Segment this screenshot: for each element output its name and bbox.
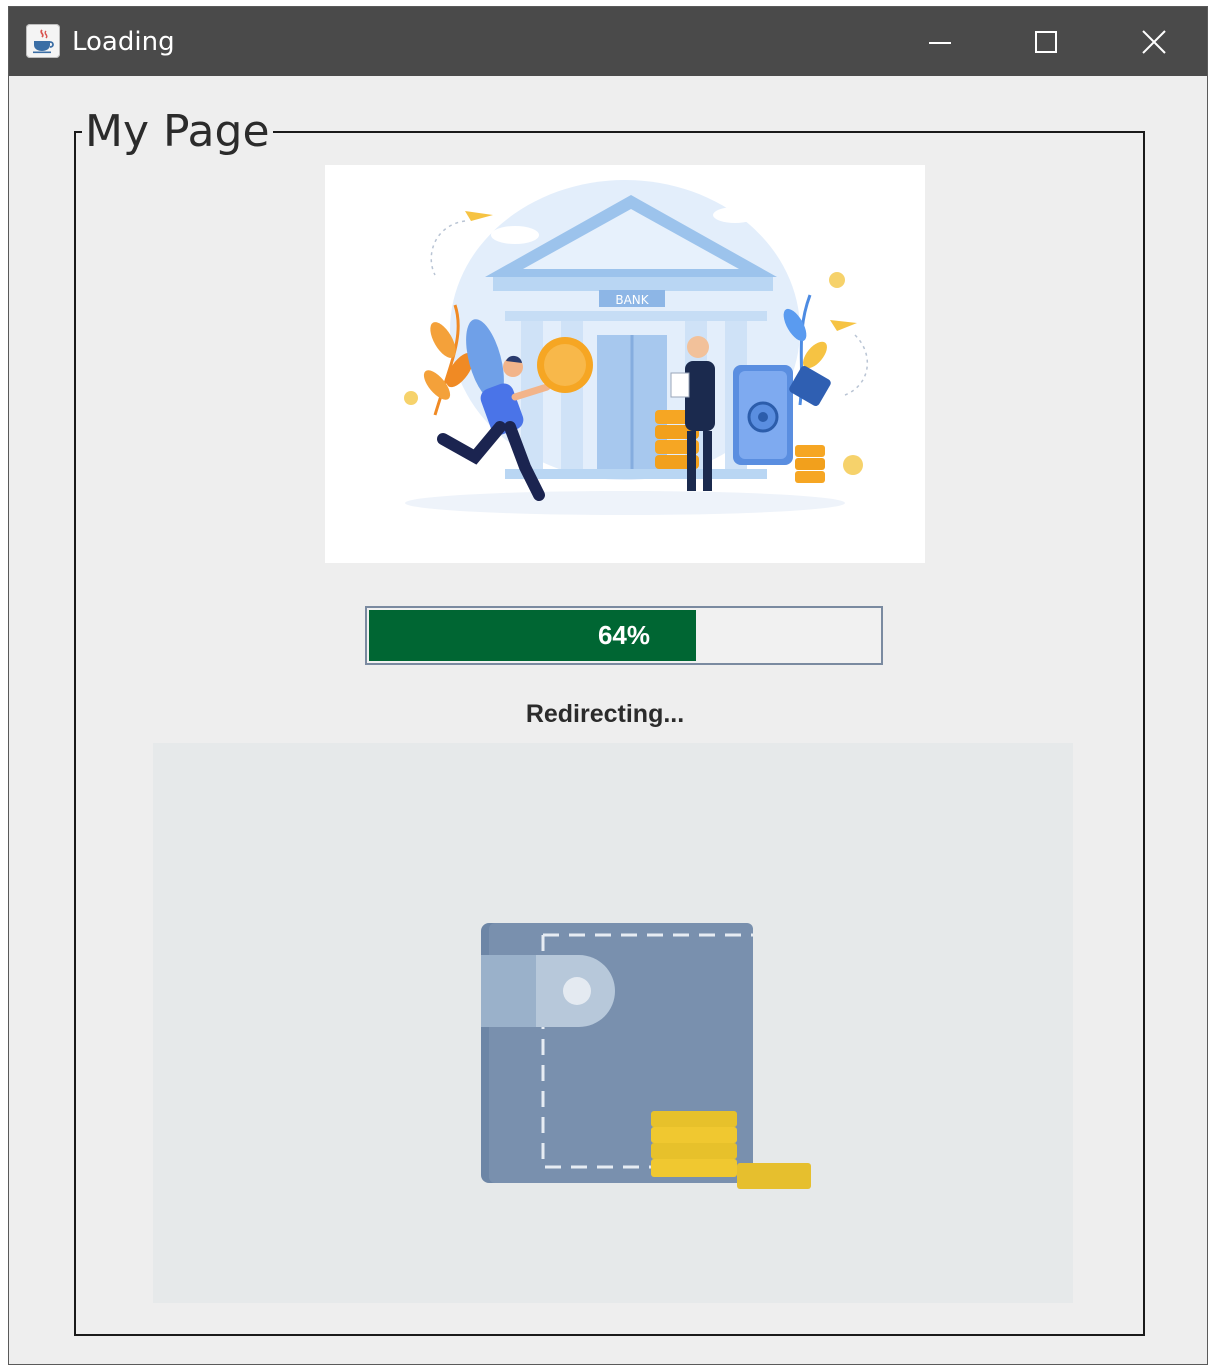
- window-title: Loading: [72, 27, 175, 57]
- maximize-button[interactable]: [996, 7, 1096, 76]
- panel-title: My Page: [82, 104, 273, 160]
- wallet-animation: [153, 743, 1073, 1303]
- maximize-icon: [1035, 30, 1057, 53]
- window-content: My Page BANK 64% Redirecting...: [9, 76, 1207, 1364]
- minimize-icon: [929, 41, 951, 44]
- progress-bar: 64%: [365, 606, 883, 665]
- progress-label: 64%: [597, 620, 651, 650]
- minimize-button[interactable]: [890, 7, 990, 76]
- close-icon: [1142, 29, 1166, 54]
- status-text: Redirecting...: [525, 700, 685, 728]
- title-bar[interactable]: Loading: [9, 7, 1207, 76]
- close-button[interactable]: [1104, 7, 1204, 76]
- java-cup-icon[interactable]: [26, 24, 60, 58]
- bank-sign-text: BANK: [615, 293, 649, 307]
- bank-illustration: BANK: [325, 165, 925, 563]
- app-window: Loading My Page BANK 64% Redirecting...: [8, 6, 1208, 1365]
